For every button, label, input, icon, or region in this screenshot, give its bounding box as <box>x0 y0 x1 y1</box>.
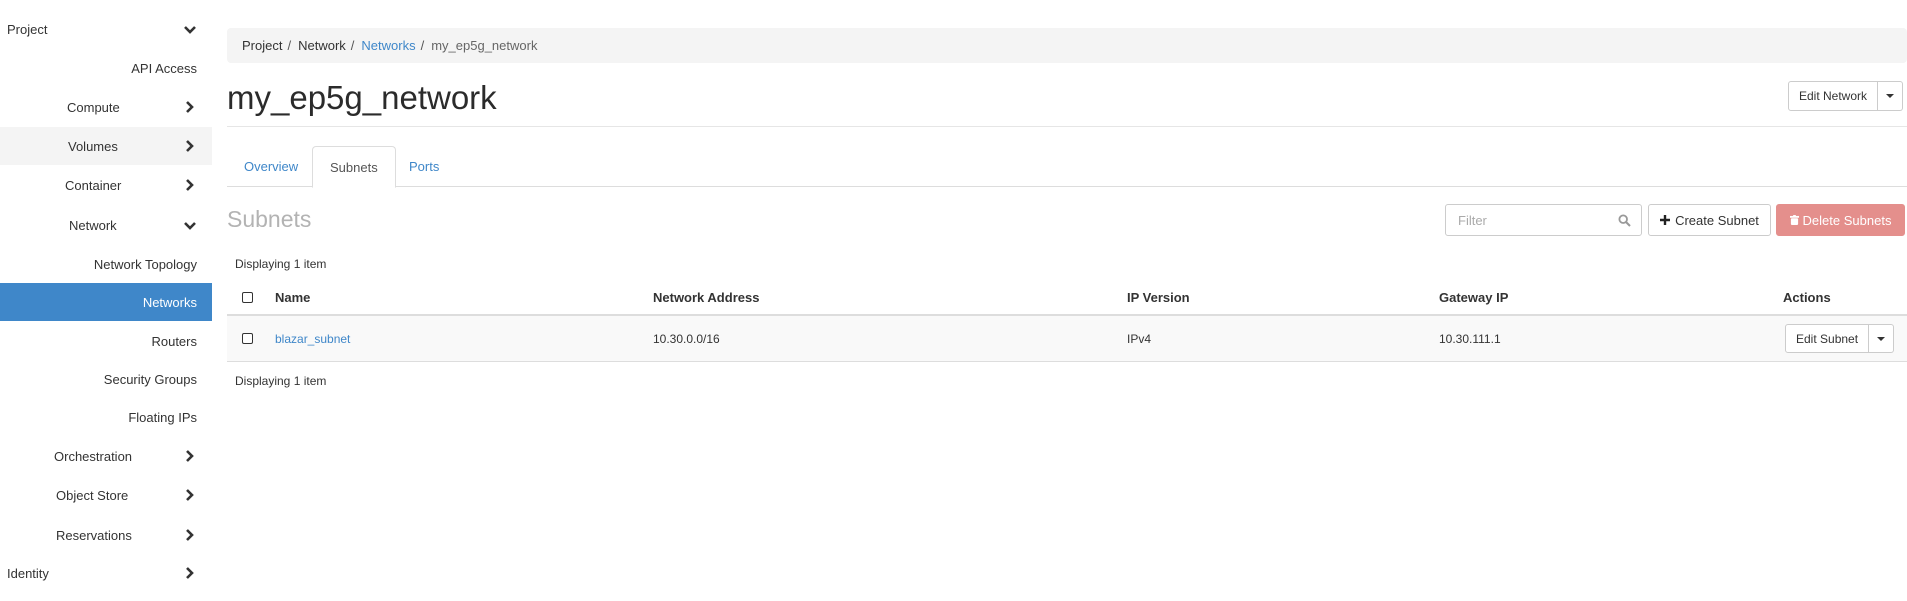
breadcrumb-separator: / <box>287 38 292 53</box>
sidebar-item-networks[interactable]: Networks <box>0 283 212 321</box>
column-header-ip-version[interactable]: IP Version <box>1127 280 1190 314</box>
sidebar: Project API Access Compute Volumes Conta… <box>0 0 212 601</box>
sidebar-item-volumes[interactable]: Volumes <box>0 127 212 165</box>
sidebar-item-label: Networks <box>142 294 197 310</box>
create-subnet-button[interactable]: Create Subnet <box>1648 204 1771 236</box>
chevron-right-icon <box>183 139 197 153</box>
chevron-right-icon <box>183 566 197 580</box>
sidebar-item-label: Orchestration <box>54 448 133 464</box>
sidebar-item-label: Network <box>69 217 117 233</box>
chevron-right-icon <box>183 528 197 542</box>
caret-down-icon <box>1877 336 1886 341</box>
sidebar-item-network-topology[interactable]: Network Topology <box>0 245 212 283</box>
breadcrumb: Project / Network / Networks / my_ep5g_n… <box>227 28 1907 63</box>
tab-bar: Overview Subnets Ports <box>227 146 1907 188</box>
tab-overview[interactable]: Overview <box>227 146 315 187</box>
sidebar-item-label: Floating IPs <box>128 409 197 425</box>
sidebar-item-orchestration[interactable]: Orchestration <box>0 437 212 475</box>
chevron-right-icon <box>183 100 197 114</box>
breadcrumb-separator: / <box>350 38 355 53</box>
page-title: my_ep5g_network <box>227 79 497 116</box>
edit-subnet-dropdown-toggle[interactable] <box>1869 324 1895 353</box>
select-all-cell <box>242 280 253 314</box>
trash-icon <box>1789 213 1799 228</box>
row-actions: Edit Subnet <box>1785 316 1895 361</box>
sidebar-item-label: Object Store <box>56 487 129 503</box>
caret-down-icon <box>1886 94 1895 98</box>
sidebar-item-label: Volumes <box>68 138 118 154</box>
sidebar-item-api-access[interactable]: API Access <box>0 49 212 87</box>
title-divider <box>227 126 1907 127</box>
sidebar-item-network[interactable]: Network <box>0 206 212 244</box>
chevron-right-icon <box>183 449 197 463</box>
sidebar-item-identity[interactable]: Identity <box>0 554 212 592</box>
table-row: blazar_subnet 10.30.0.0/16 IPv4 10.30.11… <box>227 316 1907 362</box>
sidebar-item-floating-ips[interactable]: Floating IPs <box>0 398 212 436</box>
breadcrumb-networks-link[interactable]: Networks <box>361 38 415 53</box>
edit-subnet-button[interactable]: Edit Subnet <box>1785 324 1870 353</box>
sidebar-item-container[interactable]: Container <box>0 166 212 204</box>
edit-network-dropdown-toggle[interactable] <box>1878 81 1904 111</box>
row-checkbox[interactable] <box>242 333 253 344</box>
edit-network-button-group: Edit Network <box>1788 81 1904 111</box>
sidebar-item-compute[interactable]: Compute <box>0 88 212 126</box>
sidebar-item-label: Container <box>65 177 122 193</box>
column-header-name[interactable]: Name <box>275 280 310 314</box>
network-address: 10.30.0.0/16 <box>653 331 720 346</box>
tab-ports[interactable]: Ports <box>392 146 456 187</box>
table-header: Name Network Address IP Version Gateway … <box>227 280 1907 316</box>
breadcrumb-current: my_ep5g_network <box>431 38 538 53</box>
sidebar-item-routers[interactable]: Routers <box>0 322 212 360</box>
section-title: Subnets <box>227 206 312 232</box>
column-header-gateway-ip[interactable]: Gateway IP <box>1439 280 1508 314</box>
sidebar-item-object-store[interactable]: Object Store <box>0 476 212 514</box>
sidebar-item-project[interactable]: Project <box>0 10 212 48</box>
edit-subnet-button-group: Edit Subnet <box>1785 324 1895 353</box>
tab-subnets[interactable]: Subnets <box>312 146 396 188</box>
sidebar-item-reservations[interactable]: Reservations <box>0 516 212 554</box>
column-header-actions: Actions <box>1783 289 1831 305</box>
ip-version: IPv4 <box>1127 331 1152 346</box>
delete-subnets-button[interactable]: Delete Subnets <box>1776 204 1905 236</box>
delete-subnets-label: Delete Subnets <box>1802 212 1892 228</box>
chevron-right-icon <box>183 488 197 502</box>
subnets-table: Name Network Address IP Version Gateway … <box>227 280 1907 362</box>
create-subnet-label: Create Subnet <box>1675 212 1759 228</box>
filter-input[interactable] <box>1446 205 1606 235</box>
sidebar-item-security-groups[interactable]: Security Groups <box>0 360 212 398</box>
sidebar-item-label: Identity <box>7 565 49 581</box>
chevron-right-icon <box>183 178 197 192</box>
search-icon[interactable] <box>1618 214 1631 227</box>
breadcrumb-network: Network <box>298 38 346 53</box>
plus-icon <box>1660 213 1671 228</box>
sidebar-item-label: API Access <box>131 60 197 76</box>
sidebar-item-label: Compute <box>67 99 120 115</box>
row-select-cell <box>242 316 253 361</box>
edit-network-button[interactable]: Edit Network <box>1788 81 1879 111</box>
chevron-down-icon <box>183 218 197 232</box>
column-header-network-address[interactable]: Network Address <box>653 280 759 314</box>
item-count-top: Displaying 1 item <box>235 257 327 271</box>
breadcrumb-project: Project <box>242 38 283 53</box>
sidebar-item-label: Reservations <box>56 527 132 543</box>
sidebar-item-label: Routers <box>151 333 197 349</box>
item-count-bottom: Displaying 1 item <box>235 374 327 388</box>
sidebar-item-label: Project <box>7 21 48 37</box>
sidebar-item-label: Security Groups <box>103 371 197 387</box>
gateway-ip: 10.30.111.1 <box>1439 331 1501 346</box>
breadcrumb-separator: / <box>420 38 425 53</box>
subnet-name-link[interactable]: blazar_subnet <box>275 316 350 361</box>
select-all-checkbox[interactable] <box>242 291 253 303</box>
sidebar-item-label: Network Topology <box>93 256 197 272</box>
chevron-down-icon <box>183 22 197 36</box>
filter-field <box>1445 204 1642 236</box>
